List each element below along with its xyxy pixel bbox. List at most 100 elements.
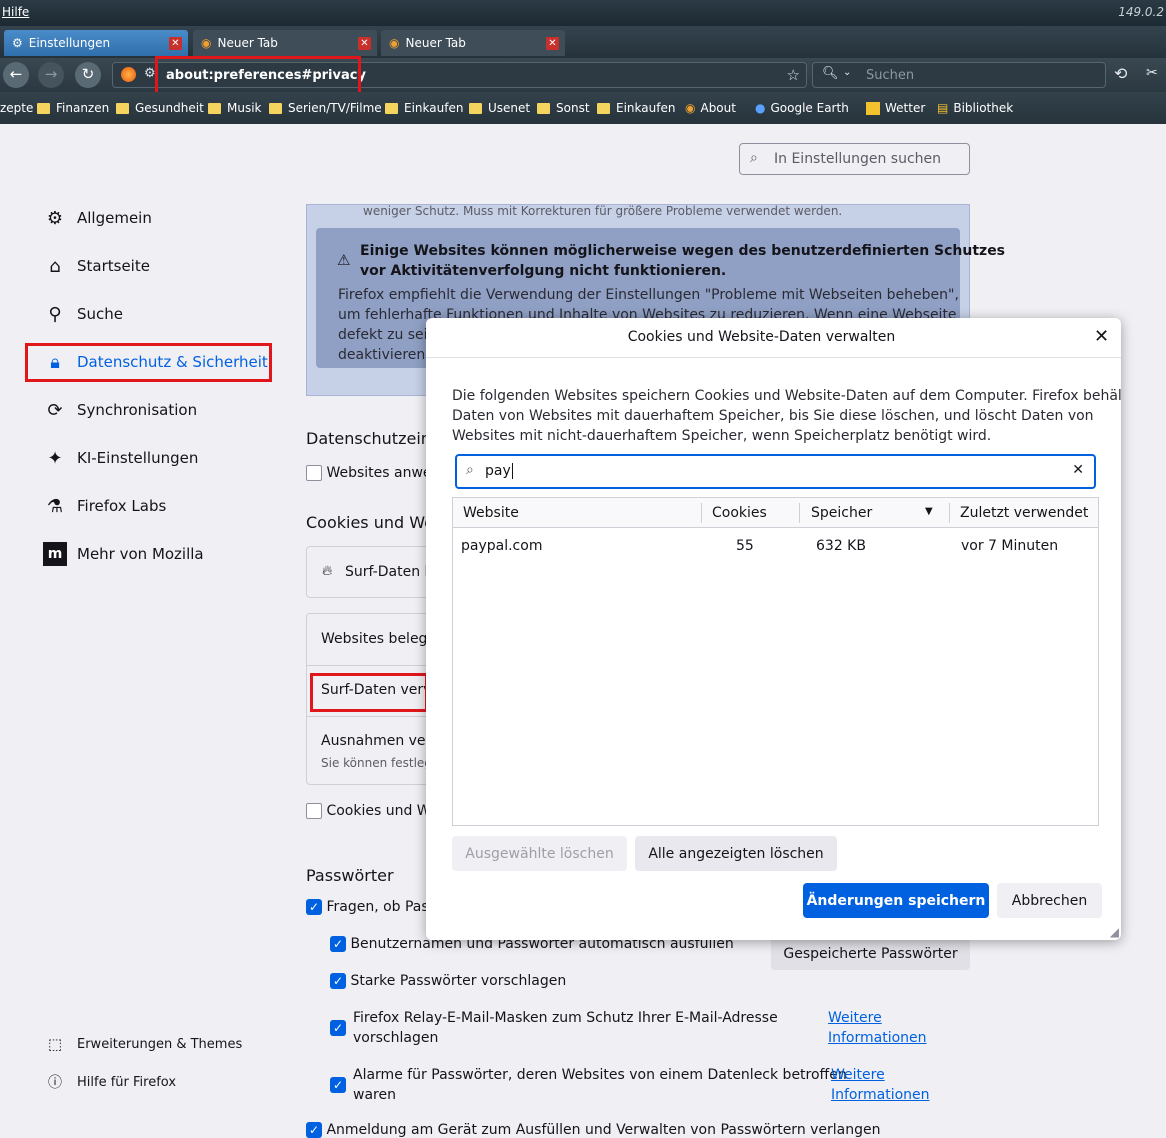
search-placeholder: Suchen [866, 68, 915, 83]
strong-pw-row[interactable]: ✓ Starke Passwörter vorschlagen [330, 973, 566, 989]
checkbox[interactable] [306, 465, 322, 481]
ask-save-row[interactable]: ✓ Fragen, ob Pas [306, 899, 429, 915]
relay-row[interactable]: ✓ [330, 1020, 346, 1036]
tab-new-2[interactable]: ◉ Neuer Tab ✕ [381, 30, 565, 56]
prefs-search-input[interactable]: ⌕ In Einstellungen suchen [739, 143, 970, 175]
sidebar-item-search[interactable]: ⚲ Suche [43, 302, 123, 326]
sidebar-item-sync[interactable]: ⟳ Synchronisation [43, 398, 197, 422]
more-info-link[interactable]: Informationen [831, 1087, 930, 1103]
cancel-button[interactable]: Abbrechen [997, 883, 1102, 918]
checkbox-checked[interactable]: ✓ [330, 1077, 346, 1093]
gear-icon: ⚙ [46, 207, 64, 229]
bookmarks-toolbar: zepte Finanzen Gesundheit Musik Serien/T… [0, 92, 1166, 124]
firefox-icon: ◉ [389, 36, 400, 50]
bookmark-folder[interactable]: Finanzen [37, 101, 109, 115]
checkbox-checked[interactable]: ✓ [330, 1020, 346, 1036]
table-row[interactable]: paypal.com 55 632 KB vor 7 Minuten [453, 531, 1098, 561]
forward-button[interactable]: → [38, 62, 64, 88]
cookies-checkbox-row[interactable]: Cookies und W [306, 803, 431, 819]
bookmark-link[interactable]: ◉ About [685, 101, 736, 115]
close-icon[interactable]: ✕ [546, 37, 559, 50]
exceptions-row[interactable]: Ausnahmen verv [321, 733, 440, 749]
bookmark-folder[interactable]: Usenet [469, 101, 530, 115]
heading-passwords: Passwörter [306, 866, 394, 885]
sidebar-item-labs[interactable]: ⚗ Firefox Labs [43, 494, 166, 518]
gear-icon: ⚙ [12, 36, 23, 50]
close-icon[interactable]: ✕ [1094, 326, 1109, 347]
bookmark-folder[interactable]: Musik [208, 101, 262, 115]
search-bar[interactable]: 🔍︎ ⌄ Suchen [812, 62, 1106, 88]
site-search-input[interactable]: ⌕ pay ✕ [455, 454, 1096, 489]
sidebar-footer-help[interactable]: ⓘ Hilfe für Firefox [43, 1070, 176, 1094]
tab-settings[interactable]: ⚙ Einstellungen ✕ [4, 30, 188, 56]
bookmark-folder[interactable]: Einkaufen [597, 101, 675, 115]
dialog-description: Die folgenden Websites speichern Cookies… [452, 388, 1121, 444]
bookmark-item[interactable]: zepte [0, 101, 33, 115]
checkbox-checked[interactable]: ✓ [306, 899, 322, 915]
folder-icon [269, 102, 282, 114]
column-last-used[interactable]: Zuletzt verwendet [960, 505, 1088, 521]
warning-title-2: vor Aktivitätenverfolgung nicht funktion… [360, 263, 727, 279]
site-search-value[interactable]: pay [485, 463, 513, 479]
checkbox-checked[interactable]: ✓ [330, 973, 346, 989]
more-info-link[interactable]: Informationen [828, 1030, 927, 1046]
bookmark-folder[interactable]: Einkaufen [385, 101, 463, 115]
menu-help[interactable]: Hilfe [2, 5, 29, 19]
weather-icon [866, 101, 880, 115]
fire-icon: 🔥︎ [322, 563, 333, 579]
sort-down-icon: ▼ [925, 506, 933, 517]
close-icon[interactable]: ✕ [169, 37, 182, 50]
sites-table: Website Cookies Speicher ▼ Zuletzt verwe… [452, 497, 1099, 826]
delete-selected-button[interactable]: Ausgewählte löschen [452, 836, 627, 871]
close-icon[interactable]: ✕ [358, 37, 371, 50]
clear-search-icon[interactable]: ✕ [1072, 462, 1084, 478]
tab-label: Neuer Tab [217, 36, 278, 50]
protection-note: weniger Schutz. Muss mit Korrekturen für… [363, 204, 843, 218]
bookmark-link[interactable]: Wetter [866, 101, 925, 115]
column-storage[interactable]: Speicher [811, 505, 872, 521]
bookmark-star-icon[interactable]: ☆ [787, 66, 800, 84]
sidebar-item-home[interactable]: ⌂ Startseite [43, 254, 150, 278]
column-website[interactable]: Website [463, 505, 519, 521]
tab-bar: ⚙ Einstellungen ✕ ◉ Neuer Tab ✕ ◉ Neuer … [0, 26, 1166, 58]
checkbox[interactable] [306, 803, 322, 819]
sync-icon[interactable]: ⟲ [1114, 64, 1127, 83]
sidebar-footer-addons[interactable]: ⬚ Erweiterungen & Themes [43, 1032, 242, 1056]
reload-button[interactable]: ↻ [75, 62, 101, 88]
resize-grip-icon[interactable]: ◢ [1110, 925, 1119, 939]
bookmark-folder[interactable]: Gesundheit [116, 101, 204, 115]
checkbox-checked[interactable]: ✓ [330, 936, 346, 952]
cell-cookies: 55 [736, 538, 754, 554]
warning-body: deaktivieren, [338, 347, 430, 363]
exceptions-subtext: Sie können festleg [321, 756, 432, 770]
bookmark-folder[interactable]: Sonst [537, 101, 590, 115]
tools-icon[interactable]: ✂ [1146, 65, 1158, 81]
tab-new-1[interactable]: ◉ Neuer Tab ✕ [193, 30, 377, 56]
chevron-down-icon[interactable]: ⌄ [843, 67, 851, 78]
bookmark-link[interactable]: ● Google Earth [755, 101, 849, 115]
column-cookies[interactable]: Cookies [712, 505, 767, 521]
checkbox-checked[interactable]: ✓ [306, 1122, 322, 1138]
more-info-link[interactable]: Weitere [831, 1067, 885, 1083]
sidebar-item-mozilla[interactable]: m Mehr von Mozilla [43, 542, 204, 566]
more-info-link[interactable]: Weitere [828, 1010, 882, 1026]
clear-data-button[interactable]: 🔥︎ Surf-Daten l [306, 546, 446, 598]
back-button[interactable]: ← [3, 62, 29, 88]
menu-bar: Hilfe 149.0.2 [0, 0, 1166, 26]
home-icon: ⌂ [49, 255, 61, 277]
save-changes-button[interactable]: Änderungen speichern [803, 883, 989, 918]
websites-checkbox-row[interactable]: Websites anwe [306, 465, 432, 481]
search-icon: ⌕ [466, 462, 474, 478]
bookmark-folder[interactable]: Serien/TV/Filme [269, 101, 382, 115]
saved-passwords-button[interactable]: Gespeicherte Passwörter [771, 937, 970, 970]
delete-shown-button[interactable]: Alle angezeigten löschen [635, 836, 837, 871]
tab-label: Neuer Tab [405, 36, 466, 50]
device-auth-row[interactable]: ✓ Anmeldung am Gerät zum Ausfüllen und V… [306, 1122, 881, 1138]
search-icon[interactable]: 🔍︎ [822, 66, 839, 81]
breach-row[interactable]: ✓ [330, 1077, 346, 1093]
sidebar-item-ai[interactable]: ✦ KI-Einstellungen [43, 446, 198, 470]
warning-icon: ⚠ [337, 251, 351, 269]
sidebar-item-general[interactable]: ⚙ Allgemein [43, 206, 152, 230]
gear-icon: ⚙ [144, 66, 156, 81]
bookmark-link[interactable]: ▤ Bibliothek [937, 101, 1013, 115]
